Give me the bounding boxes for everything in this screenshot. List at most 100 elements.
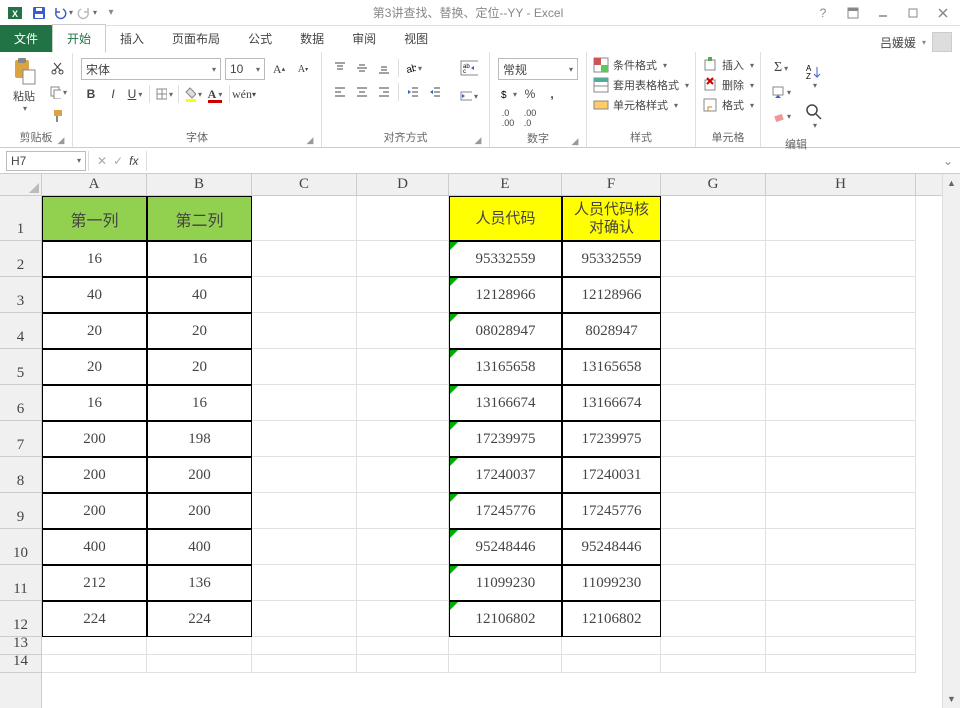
cell[interactable] bbox=[766, 637, 916, 655]
cell[interactable] bbox=[252, 241, 357, 277]
cell[interactable]: 200 bbox=[147, 457, 252, 493]
cell[interactable] bbox=[766, 601, 916, 637]
autosum-icon[interactable]: Σ▾ bbox=[765, 58, 797, 78]
row-header-9[interactable]: 9 bbox=[0, 493, 41, 529]
col-header-D[interactable]: D bbox=[357, 174, 449, 195]
align-center-icon[interactable] bbox=[352, 82, 372, 102]
align-top-icon[interactable] bbox=[330, 58, 350, 78]
cell[interactable] bbox=[357, 601, 449, 637]
row-header-12[interactable]: 12 bbox=[0, 601, 41, 637]
cell[interactable] bbox=[357, 421, 449, 457]
cell[interactable]: 08028947 bbox=[449, 313, 562, 349]
cell[interactable]: 17240031 bbox=[562, 457, 661, 493]
cell[interactable]: 13165658 bbox=[562, 349, 661, 385]
orientation-icon[interactable]: ab▾ bbox=[403, 58, 423, 78]
cell[interactable] bbox=[766, 349, 916, 385]
row-header-7[interactable]: 7 bbox=[0, 421, 41, 457]
cell[interactable]: 17239975 bbox=[562, 421, 661, 457]
cell[interactable] bbox=[357, 565, 449, 601]
maximize-icon[interactable] bbox=[904, 4, 922, 22]
tab-home[interactable]: 开始 bbox=[52, 24, 106, 53]
cell[interactable]: 200 bbox=[42, 493, 147, 529]
undo-icon[interactable]: ▾ bbox=[52, 2, 74, 24]
launcher-icon[interactable]: ◢ bbox=[473, 135, 483, 145]
font-size-select[interactable]: 10▾ bbox=[225, 58, 265, 80]
cell[interactable] bbox=[562, 637, 661, 655]
italic-icon[interactable]: I bbox=[103, 84, 123, 104]
bold-icon[interactable]: B bbox=[81, 84, 101, 104]
cell[interactable]: 第一列 bbox=[42, 196, 147, 241]
increase-decimal-icon[interactable]: .0.00 bbox=[498, 108, 518, 128]
tab-formulas[interactable]: 公式 bbox=[234, 25, 286, 52]
cell[interactable] bbox=[661, 385, 766, 421]
cell[interactable]: 12106802 bbox=[562, 601, 661, 637]
cell[interactable] bbox=[661, 196, 766, 241]
launcher-icon[interactable]: ◢ bbox=[305, 135, 315, 145]
col-header-B[interactable]: B bbox=[147, 174, 252, 195]
cell[interactable]: 13165658 bbox=[449, 349, 562, 385]
cell[interactable] bbox=[357, 349, 449, 385]
cell[interactable]: 200 bbox=[147, 493, 252, 529]
cell[interactable]: 95332559 bbox=[562, 241, 661, 277]
row-header-10[interactable]: 10 bbox=[0, 529, 41, 565]
cell[interactable] bbox=[252, 349, 357, 385]
cell[interactable]: 40 bbox=[147, 277, 252, 313]
cell[interactable] bbox=[766, 421, 916, 457]
copy-icon[interactable]: ▾ bbox=[48, 82, 68, 102]
align-left-icon[interactable] bbox=[330, 82, 350, 102]
cell[interactable] bbox=[766, 565, 916, 601]
cell[interactable]: 11099230 bbox=[562, 565, 661, 601]
select-all-button[interactable] bbox=[0, 174, 42, 196]
cell[interactable]: 17240037 bbox=[449, 457, 562, 493]
cell[interactable] bbox=[147, 655, 252, 673]
cell[interactable]: 13166674 bbox=[562, 385, 661, 421]
cell[interactable] bbox=[661, 457, 766, 493]
cell[interactable] bbox=[661, 637, 766, 655]
tab-layout[interactable]: 页面布局 bbox=[158, 25, 234, 52]
decrease-decimal-icon[interactable]: .00.0 bbox=[520, 108, 540, 128]
cell[interactable] bbox=[357, 637, 449, 655]
percent-icon[interactable]: % bbox=[520, 84, 540, 104]
col-header-C[interactable]: C bbox=[252, 174, 357, 195]
cell[interactable]: 12106802 bbox=[449, 601, 562, 637]
cell[interactable] bbox=[252, 196, 357, 241]
wrap-text-icon[interactable]: abc bbox=[459, 58, 479, 78]
scroll-down-icon[interactable]: ▼ bbox=[943, 690, 960, 708]
col-header-G[interactable]: G bbox=[661, 174, 766, 195]
cells-area[interactable]: 第一列第二列人员代码人员代码核对确认1616404020202020161620… bbox=[42, 196, 942, 708]
align-right-icon[interactable] bbox=[374, 82, 394, 102]
clear-icon[interactable]: ▾ bbox=[765, 106, 797, 126]
cell[interactable] bbox=[252, 421, 357, 457]
cell[interactable] bbox=[661, 241, 766, 277]
cell[interactable] bbox=[766, 241, 916, 277]
cell[interactable] bbox=[562, 655, 661, 673]
scroll-up-icon[interactable]: ▲ bbox=[943, 174, 960, 192]
fill-color-icon[interactable]: ▾ bbox=[183, 84, 203, 104]
user-area[interactable]: 吕媛媛 ▾ bbox=[880, 32, 960, 52]
minimize-icon[interactable] bbox=[874, 4, 892, 22]
tab-review[interactable]: 审阅 bbox=[338, 25, 390, 52]
row-header-5[interactable]: 5 bbox=[0, 349, 41, 385]
cell[interactable]: 198 bbox=[147, 421, 252, 457]
cell[interactable] bbox=[449, 637, 562, 655]
cell[interactable]: 95248446 bbox=[449, 529, 562, 565]
cell[interactable] bbox=[766, 385, 916, 421]
cell[interactable]: 人员代码核对确认 bbox=[562, 196, 661, 241]
col-header-E[interactable]: E bbox=[449, 174, 562, 195]
align-middle-icon[interactable] bbox=[352, 58, 372, 78]
name-box[interactable]: H7▾ bbox=[6, 151, 86, 171]
cell[interactable]: 人员代码 bbox=[449, 196, 562, 241]
phonetic-icon[interactable]: wén▾ bbox=[234, 84, 254, 104]
col-header-F[interactable]: F bbox=[562, 174, 661, 195]
cell[interactable]: 20 bbox=[42, 349, 147, 385]
tab-insert[interactable]: 插入 bbox=[106, 25, 158, 52]
row-header-6[interactable]: 6 bbox=[0, 385, 41, 421]
cell[interactable]: 95248446 bbox=[562, 529, 661, 565]
cell[interactable] bbox=[357, 655, 449, 673]
cell[interactable]: 400 bbox=[147, 529, 252, 565]
cancel-formula-icon[interactable]: ✕ bbox=[97, 154, 107, 168]
cut-icon[interactable] bbox=[48, 58, 68, 78]
fx-icon[interactable]: fx bbox=[129, 154, 138, 168]
cell[interactable]: 17239975 bbox=[449, 421, 562, 457]
font-color-icon[interactable]: A▾ bbox=[205, 84, 225, 104]
